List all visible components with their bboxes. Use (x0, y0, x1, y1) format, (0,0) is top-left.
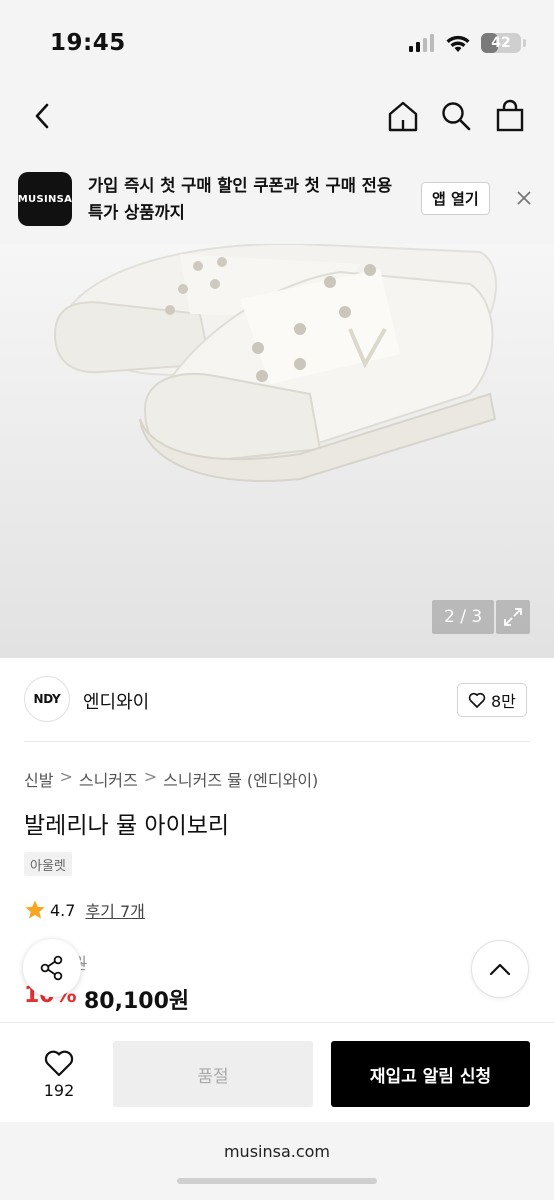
battery-level: 42 (491, 35, 511, 51)
home-indicator[interactable] (177, 1178, 377, 1184)
musinsa-app-logo: MUSINSA (18, 172, 72, 226)
image-counter: 2 / 3 (432, 600, 495, 634)
status-icons: 42 (409, 33, 526, 53)
heart-icon (468, 692, 486, 708)
back-button[interactable] (20, 94, 64, 138)
wifi-icon (446, 35, 470, 52)
breadcrumb-item[interactable]: 스니커즈 뮬 (엔디와이) (163, 767, 318, 791)
product-image-gallery[interactable]: 2 / 3 (0, 244, 554, 658)
outlet-badge: 아울렛 (24, 852, 72, 876)
cellular-signal-icon (409, 34, 434, 52)
battery-tip (523, 39, 526, 47)
breadcrumb-item[interactable]: 스니커즈 (79, 767, 138, 791)
status-bar: 19:45 42 (0, 0, 554, 88)
breadcrumb-separator: > (143, 767, 158, 786)
search-button[interactable] (434, 94, 478, 138)
bottom-action-bar: 192 품절 재입고 알림 신청 (0, 1022, 554, 1122)
browser-address-bar: musinsa.com (0, 1122, 554, 1200)
home-icon (388, 101, 418, 132)
app-download-banner: MUSINSA 가입 즉시 첫 구매 할인 쿠폰과 첫 구매 전용 특가 상품까… (0, 150, 554, 244)
wishlist-count: 192 (43, 1080, 75, 1100)
rating-row: 4.7 후기 7개 (24, 898, 145, 922)
divider (24, 741, 530, 742)
top-nav (0, 88, 554, 150)
breadcrumb-separator: > (59, 767, 73, 786)
wishlist-button[interactable]: 192 (22, 1043, 96, 1105)
brand-logo[interactable]: NDY (24, 676, 70, 722)
share-button[interactable] (23, 939, 81, 997)
status-time: 19:45 (50, 30, 126, 56)
breadcrumb-item[interactable]: 신발 (24, 767, 53, 791)
banner-message: 가입 즉시 첫 구매 할인 쿠폰과 첫 구매 전용 특가 상품까지 (88, 176, 393, 222)
product-photo (53, 244, 497, 482)
brand-row[interactable]: NDY 엔디와이 8만 (0, 658, 554, 742)
shopping-bag-icon (496, 99, 524, 132)
sale-price: 80,100원 (84, 989, 190, 1014)
product-title: 발레리나 뮬 아이보리 (24, 813, 230, 839)
chevron-left-icon (35, 103, 49, 129)
heart-icon (44, 1050, 74, 1076)
brand-name[interactable]: 엔디와이 (83, 688, 149, 714)
close-icon (517, 191, 531, 205)
rating-value: 4.7 (50, 900, 76, 920)
cart-button[interactable] (488, 94, 532, 138)
chevron-up-icon (489, 963, 511, 976)
breadcrumb: 신발 > 스니커즈 > 스니커즈 뮬 (엔디와이) (24, 767, 318, 791)
brand-like-button[interactable]: 8만 (457, 683, 527, 717)
home-button[interactable] (381, 94, 425, 138)
open-app-button[interactable]: 앱 열기 (421, 182, 490, 215)
restock-alert-button[interactable]: 재입고 알림 신청 (331, 1041, 530, 1107)
banner-close-button[interactable] (510, 184, 538, 212)
search-icon (442, 102, 471, 131)
share-icon (40, 955, 63, 981)
review-link[interactable]: 후기 7개 (85, 898, 144, 922)
url-text[interactable]: musinsa.com (0, 1142, 554, 1161)
battery-icon: 42 (481, 33, 521, 53)
expand-icon (504, 608, 522, 626)
soldout-button[interactable]: 품절 (113, 1041, 313, 1107)
expand-image-button[interactable] (496, 600, 530, 634)
brand-like-count: 8만 (491, 692, 516, 711)
star-icon (25, 900, 45, 919)
scroll-top-button[interactable] (471, 940, 529, 998)
